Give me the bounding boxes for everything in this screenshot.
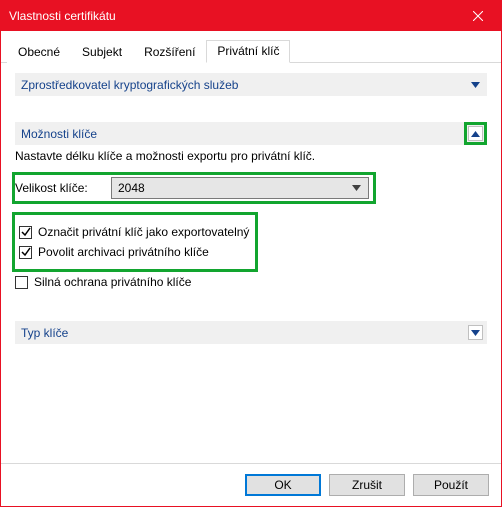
section-provider[interactable]: Zprostředkovatel kryptografických služeb bbox=[15, 73, 487, 96]
section-key-options-title: Možnosti klíče bbox=[21, 127, 468, 141]
highlighted-checks: Označit privátní klíč jako exportovateln… bbox=[15, 215, 255, 269]
section-key-type[interactable]: Typ klíče bbox=[15, 321, 487, 344]
check-strong-label: Silná ochrana privátního klíče bbox=[34, 275, 191, 289]
content-area: Zprostředkovatel kryptografických služeb… bbox=[1, 63, 501, 463]
checkbox-icon bbox=[15, 276, 28, 289]
close-button[interactable] bbox=[455, 1, 501, 31]
close-icon bbox=[473, 11, 483, 21]
tab-extensions[interactable]: Rozšíření bbox=[133, 41, 206, 63]
check-archive[interactable]: Povolit archivaci privátního klíče bbox=[19, 245, 249, 259]
chevron-up-icon bbox=[468, 126, 483, 141]
window-title: Vlastnosti certifikátu bbox=[9, 9, 455, 23]
tab-general[interactable]: Obecné bbox=[7, 41, 71, 63]
tabstrip: Obecné Subjekt Rozšíření Privátní klíč bbox=[1, 31, 501, 63]
key-checks: Označit privátní klíč jako exportovateln… bbox=[15, 211, 487, 299]
check-archive-label: Povolit archivaci privátního klíče bbox=[38, 245, 209, 259]
tab-subject[interactable]: Subjekt bbox=[71, 41, 133, 63]
ok-button[interactable]: OK bbox=[245, 474, 321, 496]
chevron-down-icon bbox=[350, 185, 362, 191]
footer: OK Zrušit Použít bbox=[1, 463, 501, 506]
check-exportable[interactable]: Označit privátní klíč jako exportovateln… bbox=[19, 225, 249, 239]
chevron-down-icon bbox=[468, 77, 483, 92]
checkbox-icon bbox=[19, 246, 32, 259]
dialog-window: Vlastnosti certifikátu Obecné Subjekt Ro… bbox=[0, 0, 502, 507]
tab-private-key[interactable]: Privátní klíč bbox=[206, 40, 290, 63]
section-key-options[interactable]: Možnosti klíče bbox=[15, 122, 487, 145]
key-size-select[interactable]: 2048 bbox=[111, 177, 369, 199]
cancel-button[interactable]: Zrušit bbox=[329, 474, 405, 496]
key-options-hint: Nastavte délku klíče a možnosti exportu … bbox=[15, 149, 487, 163]
titlebar: Vlastnosti certifikátu bbox=[1, 1, 501, 31]
key-size-label: Velikost klíče: bbox=[15, 181, 111, 195]
check-strong-protection[interactable]: Silná ochrana privátního klíče bbox=[15, 275, 483, 289]
apply-button[interactable]: Použít bbox=[413, 474, 489, 496]
checkbox-icon bbox=[19, 226, 32, 239]
check-exportable-label: Označit privátní klíč jako exportovateln… bbox=[38, 225, 249, 239]
key-size-row: Velikost klíče: 2048 bbox=[15, 175, 373, 201]
chevron-down-icon bbox=[468, 325, 483, 340]
key-size-value: 2048 bbox=[118, 181, 350, 195]
section-key-type-title: Typ klíče bbox=[21, 326, 468, 340]
section-provider-title: Zprostředkovatel kryptografických služeb bbox=[21, 78, 468, 92]
